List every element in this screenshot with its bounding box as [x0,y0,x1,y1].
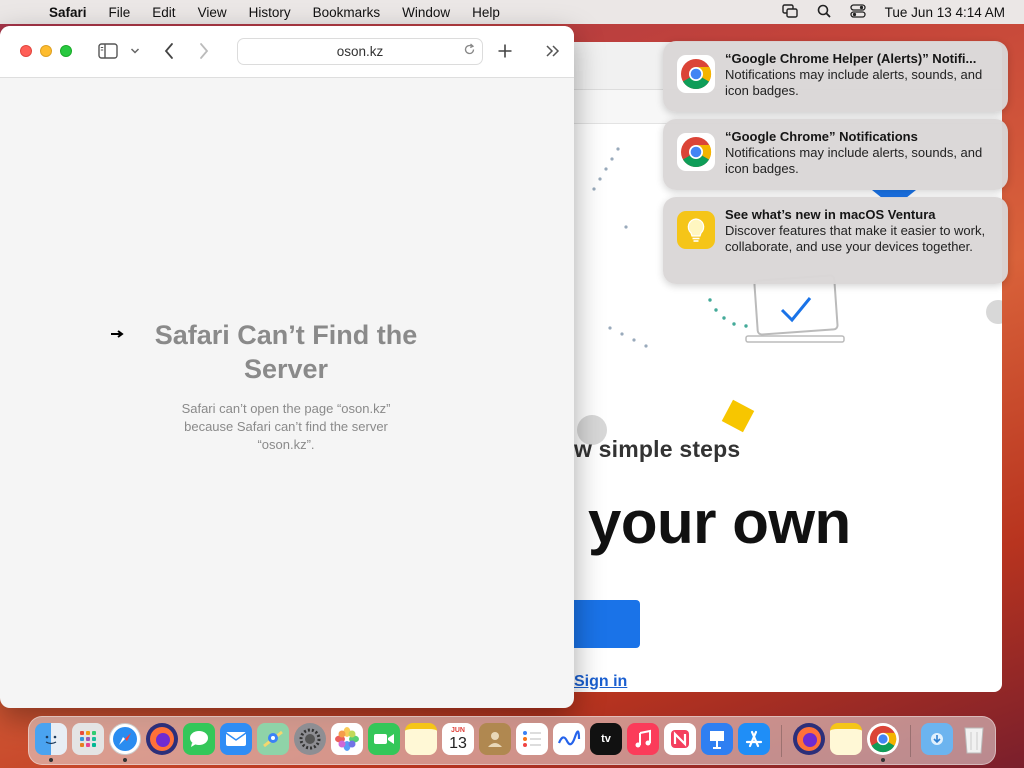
sign-in-link[interactable]: Sign in [574,673,627,691]
menu-app-safari[interactable]: Safari [38,5,98,20]
notification-chrome-helper[interactable]: “Google Chrome Helper (Alerts)” Notifi..… [663,41,1008,112]
control-center-icon[interactable] [841,3,875,21]
fullscreen-window-button[interactable] [60,45,72,57]
search-icon[interactable] [807,4,841,21]
freeform-icon[interactable] [553,723,585,755]
menu-edit[interactable]: Edit [141,5,186,20]
menu-view[interactable]: View [187,5,238,20]
running-indicator [49,758,53,762]
running-indicator [123,758,127,762]
app-store-icon[interactable] [738,723,770,755]
contacts-icon[interactable] [479,723,511,755]
background-steps-text: w simple steps [574,436,741,462]
notification-body: Discover features that make it easier to… [725,223,986,254]
sidebar-toggle-icon[interactable] [96,40,120,62]
error-title: Safari Can’t Find the Server [154,320,418,384]
firefox-icon[interactable] [146,723,178,755]
tips-icon [677,211,715,249]
background-headline: your own [588,489,851,556]
chrome-icon [677,55,715,93]
safari-icon[interactable] [109,723,141,755]
menu-help[interactable]: Help [461,5,511,20]
address-bar-url: oson.kz [336,44,384,59]
reminders-icon[interactable] [516,723,548,755]
trash-icon[interactable] [958,723,990,755]
notification-body: Notifications may include alerts, sounds… [725,67,983,98]
facetime-icon[interactable] [368,723,400,755]
screen-mirroring-icon[interactable] [773,3,807,21]
calendar-month: JUN [450,726,465,734]
notification-chrome[interactable]: “Google Chrome” Notifications Notificati… [663,119,1008,190]
dock: JUN 13 tv [28,716,996,765]
finder-icon[interactable] [35,723,67,755]
back-button[interactable] [158,40,180,62]
running-indicator [881,758,885,762]
chrome-icon[interactable] [867,723,899,755]
chevron-down-icon[interactable] [128,40,142,62]
notification-title: “Google Chrome Helper (Alerts)” Notifi..… [725,51,977,66]
firefox-icon[interactable] [793,723,825,755]
mouse-pointer-icon [111,325,125,341]
dock-separator [910,725,911,757]
notification-title: “Google Chrome” Notifications [725,129,918,144]
keynote-icon[interactable] [701,723,733,755]
close-window-button[interactable] [20,45,32,57]
calendar-day: 13 [449,734,467,752]
safari-toolbar: oson.kz [0,26,574,78]
minimize-window-button[interactable] [40,45,52,57]
menu-bookmarks[interactable]: Bookmarks [302,5,392,20]
new-tab-button[interactable] [494,40,516,62]
maps-icon[interactable] [257,723,289,755]
more-toolbar-items-icon[interactable] [542,40,564,62]
address-bar[interactable]: oson.kz [237,38,483,65]
forward-button[interactable] [193,40,215,62]
launchpad-icon[interactable] [72,723,104,755]
music-icon[interactable] [627,723,659,755]
notes-icon[interactable] [405,723,437,755]
calendar-icon[interactable]: JUN 13 [442,723,474,755]
safari-window: oson.kz Safari Can’t Find the Server Saf… [0,26,574,708]
dock-separator [781,725,782,757]
tv-label: tv [601,733,611,745]
notification-title: See what’s new in macOS Ventura [725,207,936,222]
news-icon[interactable] [664,723,696,755]
messages-icon[interactable] [183,723,215,755]
notification-body: Notifications may include alerts, sounds… [725,145,983,176]
photos-icon[interactable] [331,723,363,755]
error-message: Safari can’t open the page “oson.kz” bec… [181,401,391,452]
menu-clock[interactable]: Tue Jun 13 4:14 AM [875,5,1024,20]
reload-icon[interactable] [463,43,476,59]
chrome-icon [677,133,715,171]
menu-history[interactable]: History [238,5,302,20]
system-settings-icon[interactable] [294,723,326,755]
notes-icon[interactable] [830,723,862,755]
menu-window[interactable]: Window [391,5,461,20]
notification-macos-ventura[interactable]: See what’s new in macOS Ventura Discover… [663,197,1008,284]
mail-icon[interactable] [220,723,252,755]
menu-file[interactable]: File [98,5,142,20]
tv-icon[interactable]: tv [590,723,622,755]
downloads-folder-icon[interactable] [921,723,953,755]
menu-bar: Safari File Edit View History Bookmarks … [0,0,1024,24]
